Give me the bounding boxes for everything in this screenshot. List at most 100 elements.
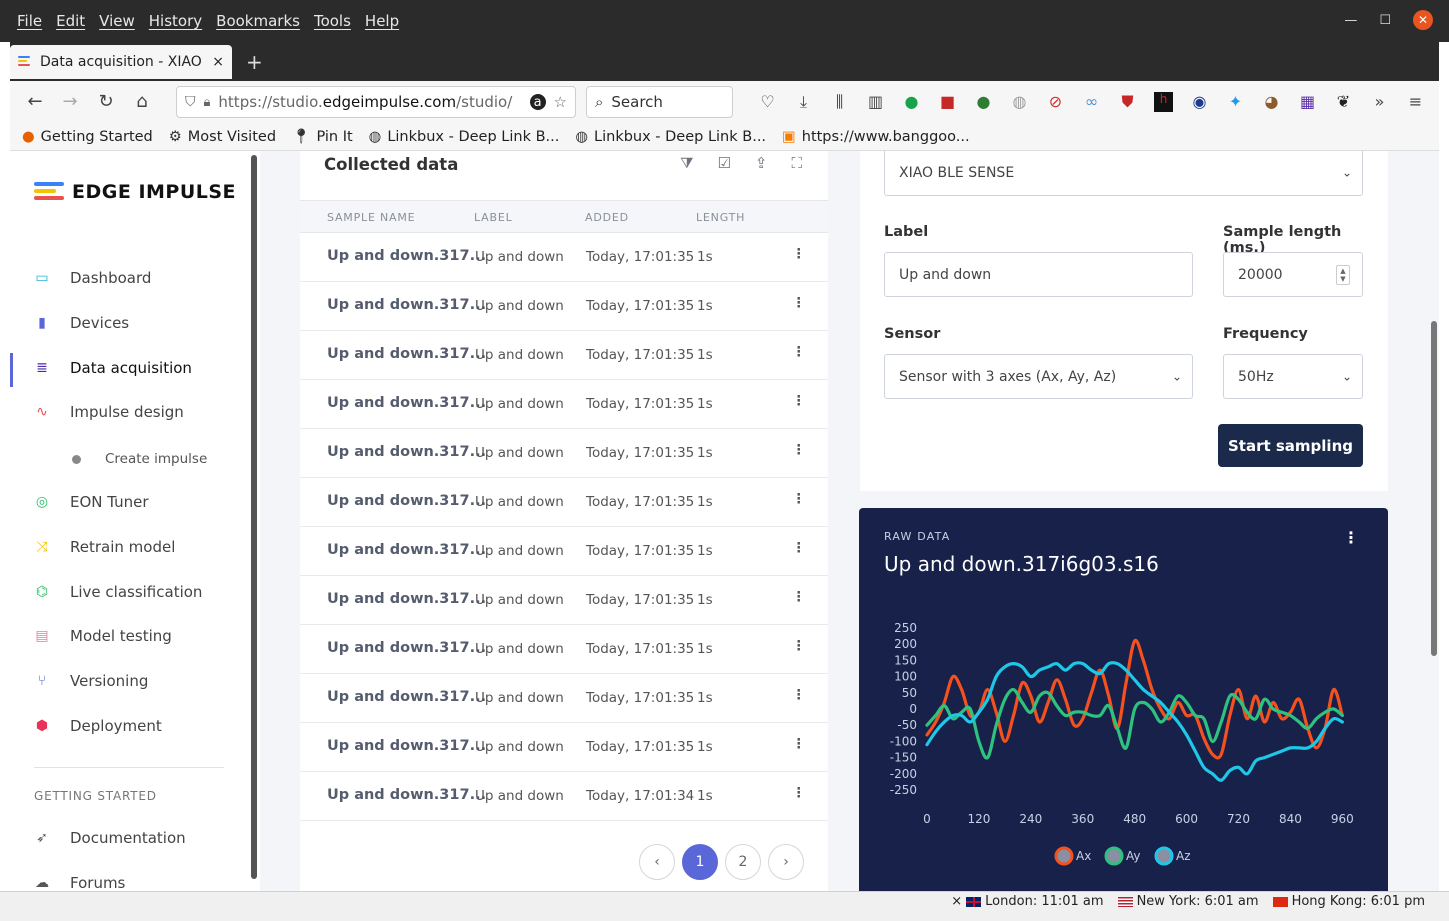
reader-icon[interactable]: a	[529, 94, 546, 110]
device-select[interactable]: XIAO BLE SENSE ⌄	[884, 151, 1363, 196]
pocket-icon[interactable]: ♡	[758, 92, 777, 112]
row-more-icon[interactable]: ⋮	[792, 785, 806, 801]
home-icon[interactable]: ⌂	[131, 91, 153, 112]
menu-help[interactable]: Help	[365, 12, 399, 30]
table-row[interactable]: Up and down.317... Up and down Today, 17:0…	[300, 478, 828, 527]
menu-bookmarks[interactable]: Bookmarks	[216, 12, 300, 30]
clock-close-icon[interactable]: ×	[951, 894, 962, 909]
sensor-select[interactable]: Sensor with 3 axes (Ax, Ay, Az) ⌄	[884, 354, 1193, 399]
link-extension-icon[interactable]: ∞	[1082, 92, 1101, 112]
sidebar-item-eon-tuner[interactable]: ◎ EON Tuner	[34, 493, 149, 511]
filter-icon[interactable]: ⧩	[680, 154, 693, 172]
sample-name[interactable]: Up and down.317...	[327, 346, 486, 362]
reload-icon[interactable]: ↻	[95, 91, 117, 112]
sample-name[interactable]: Up and down.317...	[327, 542, 486, 558]
sample-name[interactable]: Up and down.317...	[327, 689, 486, 705]
table-row[interactable]: Up and down.317... Up and down Today, 17:0…	[300, 625, 828, 674]
page-scrollbar[interactable]	[1431, 321, 1437, 656]
row-more-icon[interactable]: ⋮	[792, 736, 806, 752]
sample-name[interactable]: Up and down.317...	[327, 248, 486, 264]
menu-file[interactable]: File	[17, 12, 42, 30]
row-more-icon[interactable]: ⋮	[792, 687, 806, 703]
sidebar-item-devices[interactable]: ▮ Devices	[34, 314, 129, 332]
sample-name[interactable]: Up and down.317...	[327, 297, 486, 313]
sample-name[interactable]: Up and down.317...	[327, 395, 486, 411]
bookmark-https-www-banggoo[interactable]: ▣ https://www.banggoo...	[782, 129, 970, 145]
menu-view[interactable]: View	[99, 12, 135, 30]
edge-impulse-logo[interactable]: EDGE IMPULSE	[34, 181, 236, 203]
library-icon[interactable]: ⫼	[830, 92, 849, 112]
earth-extension-icon[interactable]: ◉	[1190, 92, 1209, 112]
sample-length-input[interactable]: 20000 ▲ ▼	[1223, 252, 1363, 297]
bookmark-linkbux-deep-link-b[interactable]: ◍ Linkbux - Deep Link B...	[575, 129, 766, 145]
row-more-icon[interactable]: ⋮	[792, 344, 806, 360]
block-extension-icon[interactable]: ⊘	[1046, 92, 1065, 112]
sidebar-item-retrain-model[interactable]: ⤨ Retrain model	[34, 538, 175, 556]
row-more-icon[interactable]: ⋮	[792, 638, 806, 654]
bookmark-star-icon[interactable]: ☆	[554, 93, 567, 111]
sidebar-item-create-impulse[interactable]: Create impulse	[72, 451, 207, 467]
forward-icon[interactable]: →	[59, 91, 81, 112]
row-more-icon[interactable]: ⋮	[792, 540, 806, 556]
feather-extension-icon[interactable]: ❦	[1334, 92, 1353, 112]
sample-name[interactable]: Up and down.317...	[327, 738, 486, 754]
table-row[interactable]: Up and down.317... Up and down Today, 17:0…	[300, 429, 828, 478]
expand-icon[interactable]: ⛶	[791, 154, 802, 172]
overflow-icon[interactable]: »	[1370, 92, 1389, 112]
close-window-icon[interactable]: ✕	[1413, 10, 1433, 30]
chat-extension-icon[interactable]: ●	[974, 92, 993, 112]
sidebar-item-versioning[interactable]: ⑂ Versioning	[34, 672, 149, 690]
globe-extension-icon[interactable]: ◍	[1010, 92, 1029, 112]
h-extension-icon[interactable]: h	[1154, 92, 1173, 112]
start-sampling-button[interactable]: Start sampling	[1218, 424, 1363, 467]
monkey-extension-icon[interactable]: ◕	[1262, 92, 1281, 112]
minimize-icon[interactable]: —	[1344, 13, 1357, 28]
url-text[interactable]: https://studio.edgeimpulse.com/studio/	[218, 93, 521, 111]
page-button-2[interactable]: 2	[725, 844, 761, 880]
prev-page-button[interactable]: ‹	[639, 844, 675, 880]
table-row[interactable]: Up and down.317... Up and down Today, 17:0…	[300, 576, 828, 625]
row-more-icon[interactable]: ⋮	[792, 246, 806, 262]
page-button-1[interactable]: 1	[682, 844, 718, 880]
select-icon[interactable]: ☑	[717, 154, 730, 172]
frequency-select[interactable]: 50Hz ⌄	[1223, 354, 1363, 399]
bookmark-pin-it[interactable]: 📍︎ Pin It	[292, 128, 353, 146]
row-more-icon[interactable]: ⋮	[792, 442, 806, 458]
url-bar[interactable]: ⛉ 🔒︎ https://studio.edgeimpulse.com/stud…	[176, 86, 576, 118]
table-row[interactable]: Up and down.317... Up and down Today, 17:0…	[300, 723, 828, 772]
sample-name[interactable]: Up and down.317...	[327, 591, 486, 607]
tab-close-icon[interactable]: ×	[212, 54, 224, 70]
table-row[interactable]: Up and down.317... Up and down Today, 17:0…	[300, 380, 828, 429]
bookmark-most-visited[interactable]: ⚙ Most Visited	[169, 129, 276, 145]
ublock-icon[interactable]: ⛊	[1118, 92, 1137, 112]
shield-icon[interactable]: ⛉	[185, 94, 196, 110]
table-row[interactable]: Up and down.317... Up and down Today, 17:0…	[300, 772, 828, 821]
table-row[interactable]: Up and down.317... Up and down Today, 17:0…	[300, 233, 828, 282]
sidebar-item-dashboard[interactable]: ▭ Dashboard	[34, 269, 151, 287]
back-icon[interactable]: ←	[24, 91, 46, 112]
sidebar-item-model-testing[interactable]: ▤ Model testing	[34, 627, 171, 645]
menu-edit[interactable]: Edit	[56, 12, 85, 30]
maximize-icon[interactable]: ☐	[1379, 13, 1391, 28]
table-row[interactable]: Up and down.317... Up and down Today, 17:0…	[300, 282, 828, 331]
bookmark-linkbux-deep-link-b[interactable]: ◍ Linkbux - Deep Link B...	[369, 129, 560, 145]
sidebar-toggle-icon[interactable]: ▥	[866, 92, 885, 112]
grammarly-icon[interactable]: ●	[902, 92, 921, 112]
row-more-icon[interactable]: ⋮	[792, 589, 806, 605]
pencil-extension-icon[interactable]: ■	[938, 92, 957, 112]
lock-icon[interactable]: 🔒︎	[204, 95, 211, 110]
sample-name[interactable]: Up and down.317...	[327, 444, 486, 460]
row-more-icon[interactable]: ⋮	[792, 295, 806, 311]
row-more-icon[interactable]: ⋮	[792, 491, 806, 507]
tab-data-acquisition[interactable]: Data acquisition - XIAO BLE SENSE ×	[10, 45, 232, 79]
table-row[interactable]: Up and down.317... Up and down Today, 17:0…	[300, 527, 828, 576]
hamburger-menu-icon[interactable]: ≡	[1406, 92, 1425, 112]
search-input[interactable]: ⌕ Search	[586, 86, 733, 118]
sidebar-item-live-classification[interactable]: ⌬ Live classification	[34, 583, 203, 601]
menu-history[interactable]: History	[149, 12, 202, 30]
download-icon[interactable]: ⤓	[794, 92, 813, 112]
new-tab-button[interactable]: +	[246, 50, 263, 74]
next-page-button[interactable]: ›	[768, 844, 804, 880]
sidebar-item-deployment[interactable]: ⬢ Deployment	[34, 717, 162, 735]
number-stepper-icon[interactable]: ▲ ▼	[1336, 265, 1350, 285]
